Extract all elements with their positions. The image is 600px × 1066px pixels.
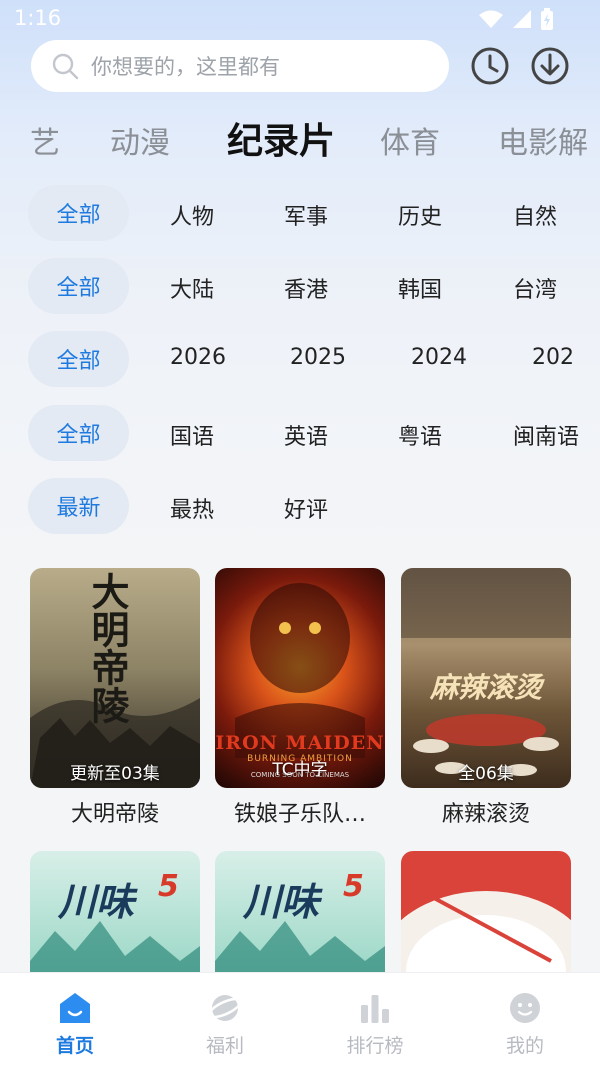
filter-option[interactable]: 闽南语 — [513, 419, 579, 451]
status-time: 1:16 — [14, 6, 62, 30]
nav-home[interactable]: 首页 — [25, 991, 125, 1058]
poster-number-art: 5 — [158, 869, 179, 904]
video-poster[interactable]: 大明帝陵 更新至03集 — [30, 568, 200, 788]
filter-chip-latest[interactable]: 最新 — [28, 478, 129, 534]
filter-option[interactable]: 2025 — [290, 345, 346, 370]
filter-option[interactable]: 香港 — [284, 272, 328, 304]
tab-anime[interactable]: 动漫 — [110, 118, 170, 162]
poster-title-art: IRON MAIDEN — [215, 732, 385, 754]
episode-badge: 全06集 — [458, 764, 514, 784]
episode-badge: 更新至03集 — [70, 764, 160, 784]
search-icon — [52, 53, 79, 80]
battery-icon — [541, 8, 553, 30]
poster-title-art: 川味 — [58, 879, 135, 924]
search-placeholder: 你想要的，这里都有 — [91, 55, 280, 79]
poster-title-art: 大明帝陵 — [85, 572, 130, 724]
filter-row-year: 全部 2026 2025 2024 202 — [0, 331, 600, 389]
filter-option[interactable]: 202 — [532, 345, 574, 370]
nav-welfare[interactable]: 福利 — [175, 991, 275, 1058]
history-icon[interactable] — [468, 44, 512, 88]
tab-movie-commentary[interactable]: 电影解 — [498, 118, 588, 162]
download-icon[interactable] — [528, 44, 572, 88]
filter-option[interactable]: 国语 — [170, 419, 214, 451]
nav-label: 福利 — [205, 1035, 244, 1057]
filter-chip-all[interactable]: 全部 — [28, 185, 129, 241]
ranking-icon — [361, 995, 389, 1023]
tab-documentary[interactable]: 纪录片 — [227, 112, 335, 164]
poster-number-art: 5 — [343, 869, 364, 904]
filter-row-sort: 最新 最热 好评 — [0, 478, 600, 536]
filter-option[interactable]: 2024 — [411, 345, 467, 370]
filter-option[interactable]: 军事 — [284, 199, 328, 231]
tab-sports[interactable]: 体育 — [380, 118, 440, 162]
bottom-nav: 首页 福利 排行榜 我的 — [0, 972, 600, 1066]
filter-row-language: 全部 国语 英语 粤语 闽南语 — [0, 405, 600, 463]
search-input[interactable]: 你想要的，这里都有 — [31, 40, 449, 92]
nav-ranking[interactable]: 排行榜 — [325, 991, 425, 1058]
tab-variety[interactable]: 艺 — [30, 118, 60, 162]
video-poster[interactable]: IRON MAIDEN BURNING AMBITION COMING SOON… — [215, 568, 385, 788]
video-card[interactable]: IRON MAIDEN BURNING AMBITION COMING SOON… — [215, 568, 385, 828]
filter-option[interactable]: 大陆 — [170, 272, 214, 304]
nav-label: 首页 — [55, 1035, 94, 1057]
filter-option[interactable]: 历史 — [398, 199, 442, 231]
video-title[interactable]: 大明帝陵 — [30, 796, 200, 828]
filter-chip-all[interactable]: 全部 — [28, 331, 129, 387]
filter-row-genre: 全部 人物 军事 历史 自然 — [0, 185, 600, 243]
status-icons — [478, 8, 554, 30]
filter-option[interactable]: 韩国 — [398, 272, 442, 304]
category-tabs: 艺 动漫 纪录片 体育 电影解 — [0, 108, 600, 164]
poster-title-art: 川味 — [243, 879, 320, 924]
filter-chip-all[interactable]: 全部 — [28, 258, 129, 314]
status-bar: 1:16 — [0, 0, 600, 40]
quality-badge: TC中字 — [272, 760, 328, 780]
filter-option[interactable]: 自然 — [513, 199, 557, 231]
home-icon — [60, 993, 90, 1023]
video-card[interactable]: 大明帝陵 更新至03集 大明帝陵 — [30, 568, 200, 828]
filter-row-region: 全部 大陆 香港 韩国 台湾 — [0, 258, 600, 316]
filter-option[interactable]: 台湾 — [513, 272, 557, 304]
profile-icon — [510, 993, 540, 1023]
nav-profile[interactable]: 我的 — [475, 991, 575, 1058]
wifi-icon — [479, 10, 503, 28]
filter-option[interactable]: 人物 — [170, 199, 214, 231]
video-poster[interactable]: 麻辣滚烫 全06集 — [401, 568, 571, 788]
signal-icon — [513, 10, 531, 28]
video-card[interactable]: 麻辣滚烫 全06集 麻辣滚烫 — [401, 568, 571, 828]
planet-icon — [208, 995, 242, 1021]
video-title[interactable]: 铁娘子乐队… — [215, 796, 385, 828]
nav-label: 排行榜 — [346, 1035, 404, 1057]
filter-option[interactable]: 2026 — [170, 345, 226, 370]
filter-option[interactable]: 粤语 — [398, 419, 442, 451]
filter-option[interactable]: 英语 — [284, 419, 328, 451]
video-title[interactable]: 麻辣滚烫 — [401, 796, 571, 828]
filter-chip-all[interactable]: 全部 — [28, 405, 129, 461]
filter-option[interactable]: 最热 — [170, 492, 214, 524]
nav-label: 我的 — [505, 1035, 544, 1057]
poster-title-art: 麻辣滚烫 — [429, 671, 542, 704]
filter-option[interactable]: 好评 — [284, 492, 328, 524]
